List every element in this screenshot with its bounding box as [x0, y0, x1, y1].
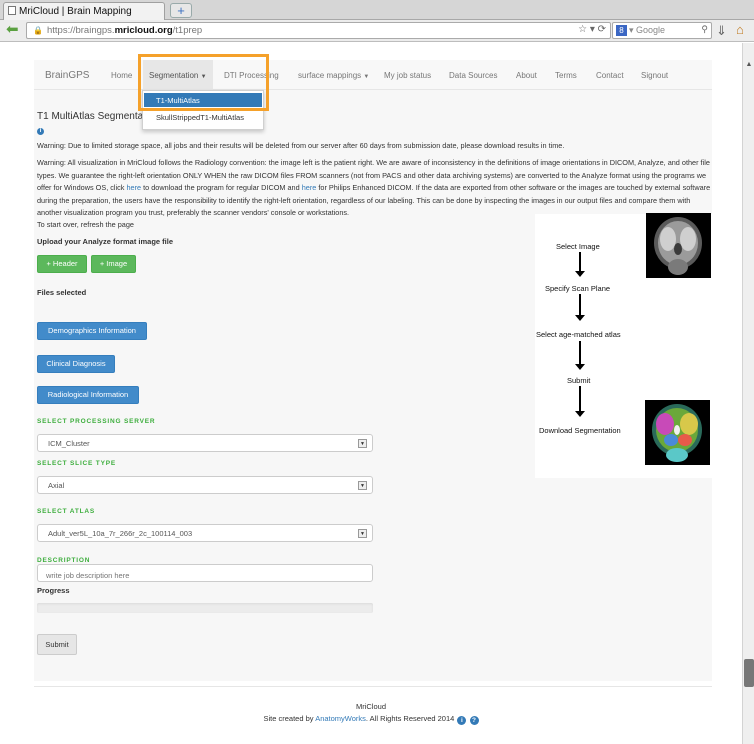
footer-credit-prefix: Site created by [263, 714, 316, 723]
progress-bar [37, 603, 373, 613]
anatomyworks-link[interactable]: AnatomyWorks [315, 714, 366, 723]
upload-label: Upload your Analyze format image file [37, 237, 173, 246]
footer-credit-suffix: . All Rights Reserved 2014 [365, 714, 455, 723]
page-container: BrainGPS Home Segmentation ▼ DTI Process… [34, 54, 713, 681]
processing-server-select[interactable]: ICM_Cluster ▼ [37, 434, 373, 452]
caret-down-icon: ▼ [363, 74, 370, 80]
description-input[interactable] [37, 564, 373, 582]
flow-arrow-icon [575, 341, 585, 370]
scroll-up-icon[interactable]: ▲ [744, 61, 754, 71]
workflow-diagram: Select Image Specify Scan Plane Select a… [535, 213, 713, 478]
flow-step-select-image: Select Image [556, 242, 600, 251]
nav-data-sources[interactable]: Data Sources [449, 71, 497, 80]
browser-tab[interactable]: MriCloud | Brain Mapping [3, 2, 165, 20]
demographics-button[interactable]: Demographics Information [37, 322, 147, 340]
dropdown-arrow-icon: ▼ [358, 439, 367, 448]
radiological-info-button[interactable]: Radiological Information [37, 386, 139, 404]
info-icon[interactable]: i [37, 128, 44, 135]
submit-button[interactable]: Submit [37, 634, 77, 655]
footer-site-name: MriCloud [355, 702, 386, 711]
caret-down-icon: ▼ [200, 74, 207, 80]
flow-arrow-icon [575, 294, 585, 321]
files-selected-label: Files selected [37, 288, 87, 297]
add-header-button[interactable]: + Header [37, 255, 87, 273]
new-tab-button[interactable]: + [170, 3, 192, 18]
bookmark-star-icon[interactable]: ☆ ▾ ⟳ [578, 24, 606, 35]
page-title: T1 MultiAtlas Segmentation [37, 111, 160, 122]
flow-arrow-icon [575, 252, 585, 277]
search-icon[interactable]: ⚲ [701, 24, 708, 35]
slice-selected-value: Axial [48, 481, 65, 490]
nav-about[interactable]: About [516, 71, 537, 80]
philips-download-link[interactable]: here [302, 183, 317, 192]
search-placeholder: Google [636, 25, 666, 35]
nav-surface-mappings[interactable]: surface mappings ▼ [298, 71, 369, 80]
help-icon[interactable]: ? [469, 716, 479, 725]
nav-surface-label: surface mappings [298, 71, 362, 80]
clinical-diagnosis-button[interactable]: Clinical Diagnosis [37, 355, 115, 373]
browser-tab-bar: MriCloud | Brain Mapping + [0, 0, 754, 20]
browser-tab-title: MriCloud | Brain Mapping [19, 6, 132, 17]
url-path: /t1prep [172, 25, 203, 36]
scrollbar-thumb[interactable] [744, 659, 754, 687]
nav-signout[interactable]: Signout [641, 71, 668, 80]
slice-section-label: SELECT SLICE TYPE [37, 460, 116, 467]
nav-dti[interactable]: DTI Processing [224, 71, 279, 80]
mri-brain-image [646, 213, 711, 278]
page-viewport: BrainGPS Home Segmentation ▼ DTI Process… [0, 43, 742, 744]
segmentation-dropdown-menu: T1-MultiAtlas SkullStrippedT1-MultiAtlas [142, 90, 264, 130]
address-bar[interactable]: 🔒 https://braingps.mricloud.org/t1prep ☆ … [26, 22, 611, 39]
vertical-scrollbar[interactable]: ▲ [742, 43, 754, 744]
dicom-download-link[interactable]: here [126, 183, 141, 192]
nav-segmentation-label: Segmentation [149, 71, 199, 80]
dropdown-arrow-icon: ▼ [358, 481, 367, 490]
server-selected-value: ICM_Cluster [48, 439, 90, 448]
footer-credit: Site created by AnatomyWorks. All Rights… [0, 714, 742, 725]
page-favicon-icon [8, 6, 16, 15]
download-icon[interactable]: ⇓ [716, 23, 727, 39]
orientation-warning: Warning: All visualization in MriCloud f… [37, 157, 712, 220]
nav-home[interactable]: Home [111, 71, 132, 80]
storage-warning: Warning: Due to limited storage space, a… [37, 141, 565, 150]
flow-step-submit: Submit [567, 376, 591, 385]
atlas-section-label: SELECT ATLAS [37, 508, 95, 515]
flow-step-scan-plane: Specify Scan Plane [545, 284, 611, 293]
home-icon[interactable]: ⌂ [736, 22, 744, 37]
add-image-button[interactable]: + Image [91, 255, 136, 273]
search-box[interactable]: 8 ▾ Google ⚲ [612, 22, 712, 39]
flow-step-select-atlas: Select age-matched atlas [536, 330, 621, 339]
server-section-label: SELECT PROCESSING SERVER [37, 418, 156, 425]
site-brand[interactable]: BrainGPS [45, 70, 89, 81]
lock-icon: 🔒 [33, 26, 43, 35]
segmented-brain-image [645, 400, 710, 465]
browser-toolbar: ⬅ 🔒 https://braingps.mricloud.org/t1prep … [0, 20, 754, 42]
url-prefix: https://braingps. [46, 25, 115, 36]
progress-label: Progress [37, 586, 70, 595]
warning-text-2: to download the program for regular DICO… [141, 183, 302, 193]
nav-contact[interactable]: Contact [596, 71, 624, 80]
search-engine-icon[interactable]: 8 [616, 25, 627, 36]
menu-item-skullstripped-t1[interactable]: SkullStrippedT1-MultiAtlas [144, 110, 262, 124]
flow-step-download: Download Segmentation [539, 426, 621, 435]
flow-arrow-icon [575, 386, 585, 417]
atlas-selected-value: Adult_ver5L_10a_7r_266r_2c_100114_003 [48, 529, 193, 538]
nav-segmentation[interactable]: Segmentation ▼ [143, 60, 213, 90]
atlas-select[interactable]: Adult_ver5L_10a_7r_266r_2c_100114_003 ▼ [37, 524, 373, 542]
slice-type-select[interactable]: Axial ▼ [37, 476, 373, 494]
site-navbar: BrainGPS Home Segmentation ▼ DTI Process… [34, 60, 712, 90]
description-section-label: DESCRIPTION [37, 557, 91, 564]
restart-hint: To start over, refresh the page [37, 220, 134, 229]
info-icon[interactable]: i [457, 716, 467, 725]
nav-terms[interactable]: Terms [555, 71, 577, 80]
url-domain: mricloud.org [114, 25, 173, 36]
menu-item-t1-multiatlas[interactable]: T1-MultiAtlas [144, 93, 262, 107]
dropdown-arrow-icon: ▼ [358, 529, 367, 538]
footer-divider [34, 686, 712, 687]
nav-job-status[interactable]: My job status [384, 71, 431, 80]
back-arrow-icon[interactable]: ⬅ [6, 22, 22, 38]
